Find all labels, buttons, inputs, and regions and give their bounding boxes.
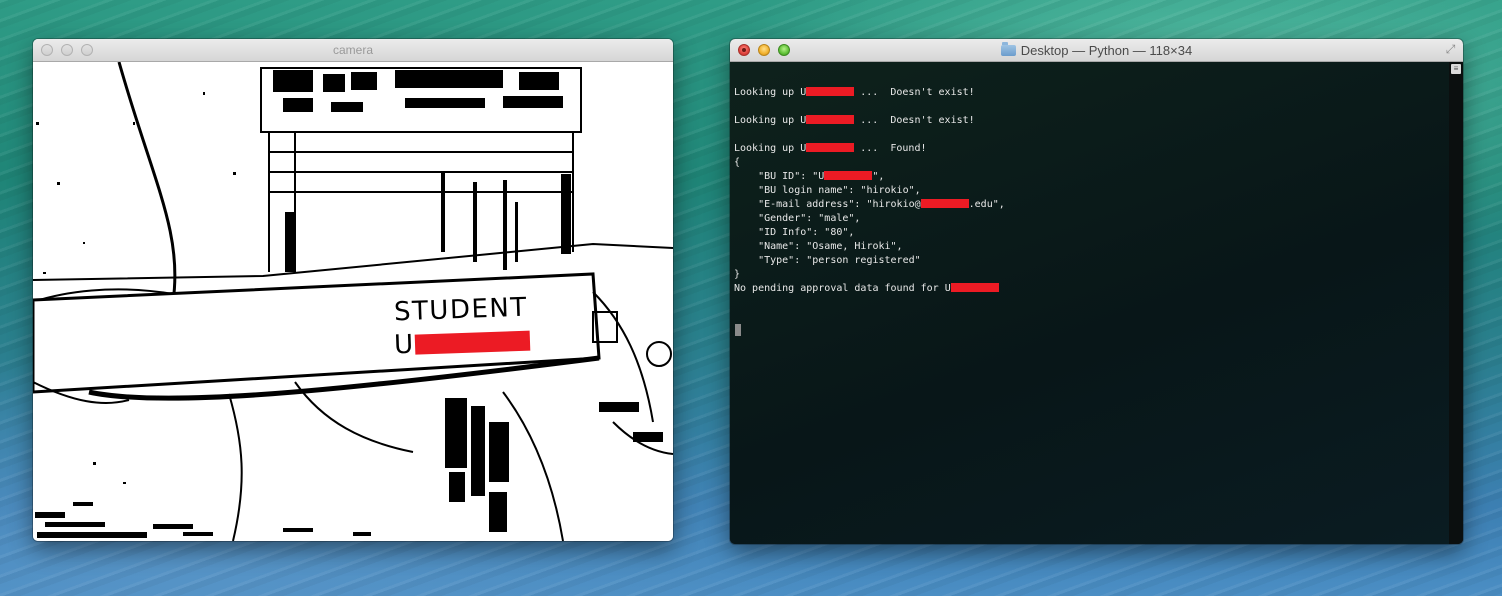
terminal-line-text: ",	[872, 171, 885, 182]
terminal-line: "Name": "Osame, Hiroki",	[734, 240, 1445, 254]
terminal-line-text: "Gender": "male",	[734, 213, 861, 224]
terminal-line: Looking up U ... Doesn't exist!	[734, 86, 1445, 100]
terminal-line-text: "ID Info": "80",	[734, 227, 855, 238]
terminal-line: No pending approval data found for U	[734, 282, 1445, 296]
redaction-bar	[950, 283, 999, 292]
redaction-bar	[414, 330, 531, 355]
terminal-titlebar[interactable]: Desktop — Python — 118×34 ⤢	[730, 39, 1463, 62]
terminal-line: {	[734, 156, 1445, 170]
terminal-line-text: .edu",	[968, 199, 1005, 210]
camera-window: camera STUDENT U	[33, 39, 673, 541]
terminal-line-text: Looking up U	[734, 143, 807, 154]
terminal-line: Looking up U ... Found!	[734, 142, 1445, 156]
terminal-line-text: ... Found!	[854, 143, 927, 154]
terminal-line: Looking up U ... Doesn't exist!	[734, 114, 1445, 128]
redaction-bar	[824, 171, 873, 180]
redaction-bar	[920, 199, 969, 208]
terminal-line: "Type": "person registered"	[734, 254, 1445, 268]
camera-thresholded-image	[33, 62, 673, 541]
card-student-id-prefix: U	[393, 329, 414, 361]
terminal-scrollbar[interactable]: ≡	[1449, 62, 1463, 544]
terminal-line-text: No pending approval data found for U	[734, 283, 951, 294]
terminal-line-text: "BU ID": "U	[734, 171, 825, 182]
fullscreen-icon[interactable]: ⤢	[1444, 43, 1457, 56]
terminal-line: "ID Info": "80",	[734, 226, 1445, 240]
terminal-line-text: Looking up U	[734, 115, 807, 126]
terminal-title-text: Desktop — Python — 118×34	[1020, 43, 1193, 58]
redaction-bar	[806, 87, 855, 96]
redaction-bar	[806, 115, 855, 124]
terminal-line-text: ... Doesn't exist!	[854, 87, 975, 98]
terminal-output-area[interactable]: Looking up U ... Doesn't exist! Looking u…	[730, 62, 1463, 544]
terminal-line: "BU ID": "U ",	[734, 170, 1445, 184]
terminal-window: Desktop — Python — 118×34 ⤢ Looking up U…	[730, 39, 1463, 544]
redaction-bar	[806, 143, 855, 152]
terminal-cursor	[735, 324, 741, 336]
terminal-line-text: Looking up U	[734, 87, 807, 98]
camera-feed: STUDENT U	[33, 62, 673, 541]
terminal-line: "Gender": "male",	[734, 212, 1445, 226]
terminal-line-text: "E-mail address": "hirokio@	[734, 199, 921, 210]
terminal-output: Looking up U ... Doesn't exist! Looking u…	[734, 72, 1445, 296]
terminal-line-text: ... Doesn't exist!	[854, 115, 975, 126]
card-student-id: U	[393, 326, 531, 361]
terminal-line-text: "Type": "person registered"	[734, 255, 921, 266]
terminal-line-text: "BU login name": "hirokio",	[734, 185, 921, 196]
desktop-background: camera STUDENT U Desktop — Python — 118×…	[0, 0, 1502, 596]
terminal-line: "BU login name": "hirokio",	[734, 184, 1445, 198]
terminal-line-text: {	[734, 157, 741, 168]
camera-titlebar[interactable]: camera	[33, 39, 673, 62]
folder-icon	[1000, 42, 1016, 56]
terminal-line: }	[734, 268, 1445, 282]
terminal-window-title: Desktop — Python — 118×34	[730, 42, 1463, 58]
card-student-label: STUDENT	[393, 292, 529, 328]
split-pane-icon[interactable]: ≡	[1451, 64, 1461, 74]
terminal-line: "E-mail address": "hirokio@ .edu",	[734, 198, 1445, 212]
terminal-line-text: }	[734, 269, 741, 280]
terminal-line-text: "Name": "Osame, Hiroki",	[734, 241, 903, 252]
camera-window-title: camera	[332, 43, 373, 57]
